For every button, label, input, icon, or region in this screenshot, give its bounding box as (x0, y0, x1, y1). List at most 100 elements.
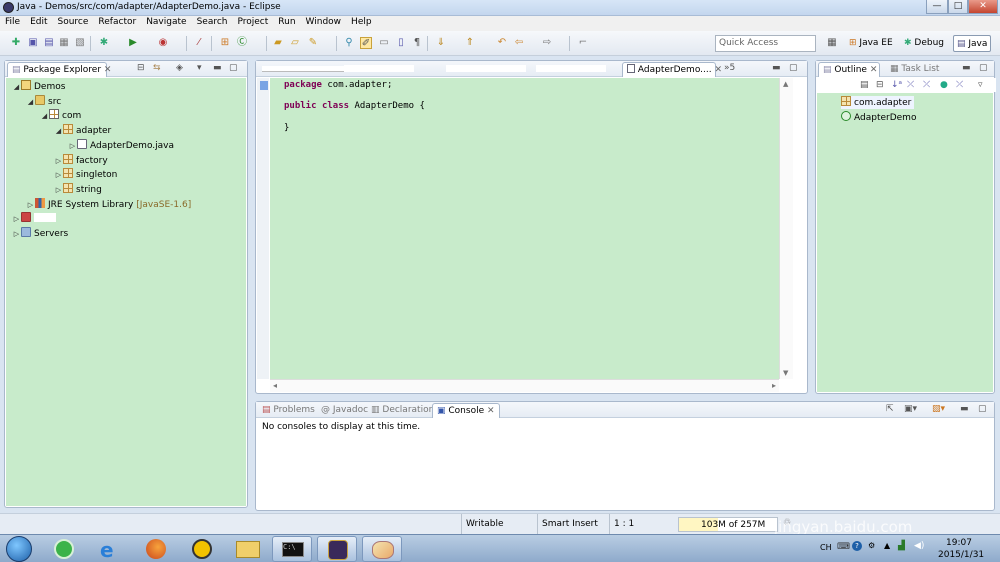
code-area[interactable]: package com.adapter; public class Adapte… (270, 78, 779, 379)
minimize-view-icon[interactable]: ▬ (213, 63, 222, 73)
perspective-java[interactable]: ▤ Java (953, 35, 992, 52)
tree-item-jre-library[interactable]: ▷ JRE System Library [JavaSE-1.6] (26, 198, 191, 211)
taskbar-eclipse[interactable] (317, 536, 357, 562)
minimize-view-icon[interactable]: ▬ (960, 404, 969, 414)
tree-item-demos[interactable]: ◢ Demos (12, 80, 65, 93)
tree-item-string[interactable]: ▷ string (54, 183, 102, 196)
hide-static-icon[interactable]: ⤫ (923, 80, 930, 90)
collapsed-arrow-icon[interactable]: ▷ (26, 199, 35, 212)
menu-navigate[interactable]: Navigate (141, 16, 191, 27)
new-package-icon[interactable]: ⊞ (219, 37, 231, 49)
help-icon[interactable]: ? (852, 541, 862, 551)
taskbar-firefox[interactable] (136, 536, 176, 562)
debug-icon[interactable]: ✱ (98, 37, 110, 49)
maximize-view-icon[interactable]: ▢ (979, 63, 988, 73)
new-class-icon[interactable]: Ⓒ (236, 37, 248, 49)
whitespace-icon[interactable]: ▯ (395, 37, 407, 49)
horizontal-scrollbar[interactable]: ◂ ▸ (270, 379, 779, 392)
minimize-button[interactable]: — (926, 0, 948, 14)
taskbar-ie360[interactable] (44, 536, 84, 562)
menu-edit[interactable]: Edit (25, 16, 52, 27)
vertical-scrollbar[interactable]: ▲ ▼ (779, 78, 793, 379)
expanded-arrow-icon[interactable]: ◢ (26, 96, 35, 109)
minimize-view-icon[interactable]: ▬ (772, 63, 781, 73)
run-icon[interactable]: ▶ (127, 37, 139, 49)
next-annotation-icon[interactable]: ⇓ (435, 37, 447, 49)
close-icon[interactable]: ✕ (104, 65, 112, 75)
close-button[interactable]: ✕ (968, 0, 998, 14)
external-tools-icon[interactable]: ◉ (157, 37, 169, 49)
taskbar-paint[interactable] (362, 536, 402, 562)
perspective-java-ee[interactable]: ⊞ Java EE (846, 35, 896, 52)
collapsed-arrow-icon[interactable]: ▷ (54, 184, 63, 197)
redacted-tab[interactable] (536, 65, 606, 72)
menu-run[interactable]: Run (273, 16, 300, 27)
quick-access-input[interactable]: Quick Access (715, 35, 816, 52)
mark-occurrences-icon[interactable]: ✐ (360, 37, 372, 49)
tree-item-factory[interactable]: ▷ factory (54, 154, 108, 167)
maximize-view-icon[interactable]: ▢ (978, 404, 987, 414)
tree-item-adapterdemo-java[interactable]: ▷ AdapterDemo.java (68, 139, 174, 152)
maximize-button[interactable]: □ (948, 0, 968, 14)
sort-icon[interactable]: ↓ᵃ (891, 80, 902, 90)
block-select-icon[interactable]: ▭ (378, 37, 390, 49)
keyboard-icon[interactable]: ⌨ (837, 542, 850, 552)
clock-date[interactable]: 2015/1/31 (938, 550, 984, 560)
open-task-icon[interactable]: ▱ (289, 37, 301, 49)
collapse-all-icon[interactable]: ▤ (860, 80, 869, 90)
print-icon[interactable]: ▦ (58, 37, 70, 49)
display-console-icon[interactable]: ▣▾ (904, 404, 917, 414)
save-all-icon[interactable]: ▤ (43, 37, 55, 49)
redacted-tab[interactable] (446, 65, 526, 72)
menu-source[interactable]: Source (53, 16, 94, 27)
print-preview-icon[interactable]: ▧ (74, 37, 86, 49)
clock-time[interactable]: 19:07 (946, 538, 972, 548)
maximize-view-icon[interactable]: ▢ (789, 63, 798, 73)
menu-search[interactable]: Search (192, 16, 233, 27)
maximize-view-icon[interactable]: ▢ (229, 63, 238, 73)
settings-icon[interactable]: ⚙ (868, 541, 875, 550)
forward-icon[interactable]: ⇨ (541, 37, 553, 49)
prev-annotation-icon[interactable]: ⇑ (464, 37, 476, 49)
new-console-icon[interactable]: ▧▾ (932, 404, 945, 414)
menu-file[interactable]: File (0, 16, 25, 27)
volume-icon[interactable]: ◀) (914, 541, 924, 551)
tab-problems[interactable]: ▤ Problems (258, 403, 319, 418)
taskbar-cmd[interactable]: C:\ (272, 536, 312, 562)
search-tool-icon[interactable]: ✎ (307, 37, 319, 49)
collapse-all-icon[interactable]: ⊟ (137, 63, 145, 73)
collapsed-arrow-icon[interactable]: ▷ (54, 169, 63, 182)
expanded-arrow-icon[interactable]: ◢ (40, 110, 49, 123)
collapsed-arrow-icon[interactable]: ▷ (54, 155, 63, 168)
annotation-icon[interactable]: ⚲ (343, 37, 355, 49)
view-menu-icon[interactable]: ▿ (978, 80, 983, 90)
menu-project[interactable]: Project (232, 16, 273, 27)
language-indicator[interactable]: CH (820, 543, 832, 552)
tree-item-src[interactable]: ◢ src (26, 95, 61, 108)
expanded-arrow-icon[interactable]: ◢ (54, 125, 63, 138)
redacted-tab[interactable] (262, 66, 348, 72)
network-icon[interactable]: ▟ (898, 541, 905, 551)
expanded-arrow-icon[interactable]: ◢ (12, 81, 21, 94)
paragraph-icon[interactable]: ¶ (411, 37, 423, 49)
taskbar-explorer[interactable] (228, 536, 268, 562)
taskbar-ie[interactable]: e (90, 536, 130, 562)
show-hidden-icons[interactable]: ▲ (884, 541, 890, 550)
scroll-left-icon[interactable]: ◂ (273, 381, 277, 390)
tree-item-adapter[interactable]: ◢ adapter (54, 124, 111, 137)
open-perspective-icon[interactable]: ▦ (826, 37, 838, 49)
focus-icon[interactable]: ◈ (176, 63, 183, 73)
tab-javadoc[interactable]: @ Javadoc (317, 403, 372, 418)
tree-item-com[interactable]: ◢ com (40, 109, 81, 122)
tab-console[interactable]: ▣ Console ✕ (432, 403, 500, 418)
link-editor-icon[interactable]: ⇆ (153, 63, 161, 73)
pin-editor-icon[interactable]: ⌐ (577, 37, 589, 49)
minimize-view-icon[interactable]: ▬ (962, 63, 971, 73)
outline-item-class[interactable]: AdapterDemo (841, 111, 916, 124)
collapsed-arrow-icon[interactable]: ▷ (12, 213, 21, 226)
tab-outline[interactable]: ▤ Outline ✕ (818, 62, 880, 77)
close-icon[interactable]: ✕ (714, 65, 722, 75)
collapsed-arrow-icon[interactable]: ▷ (68, 140, 77, 153)
outline-item-package[interactable]: com.adapter (841, 96, 915, 109)
hide-nonpublic-icon[interactable]: ● (940, 80, 948, 90)
